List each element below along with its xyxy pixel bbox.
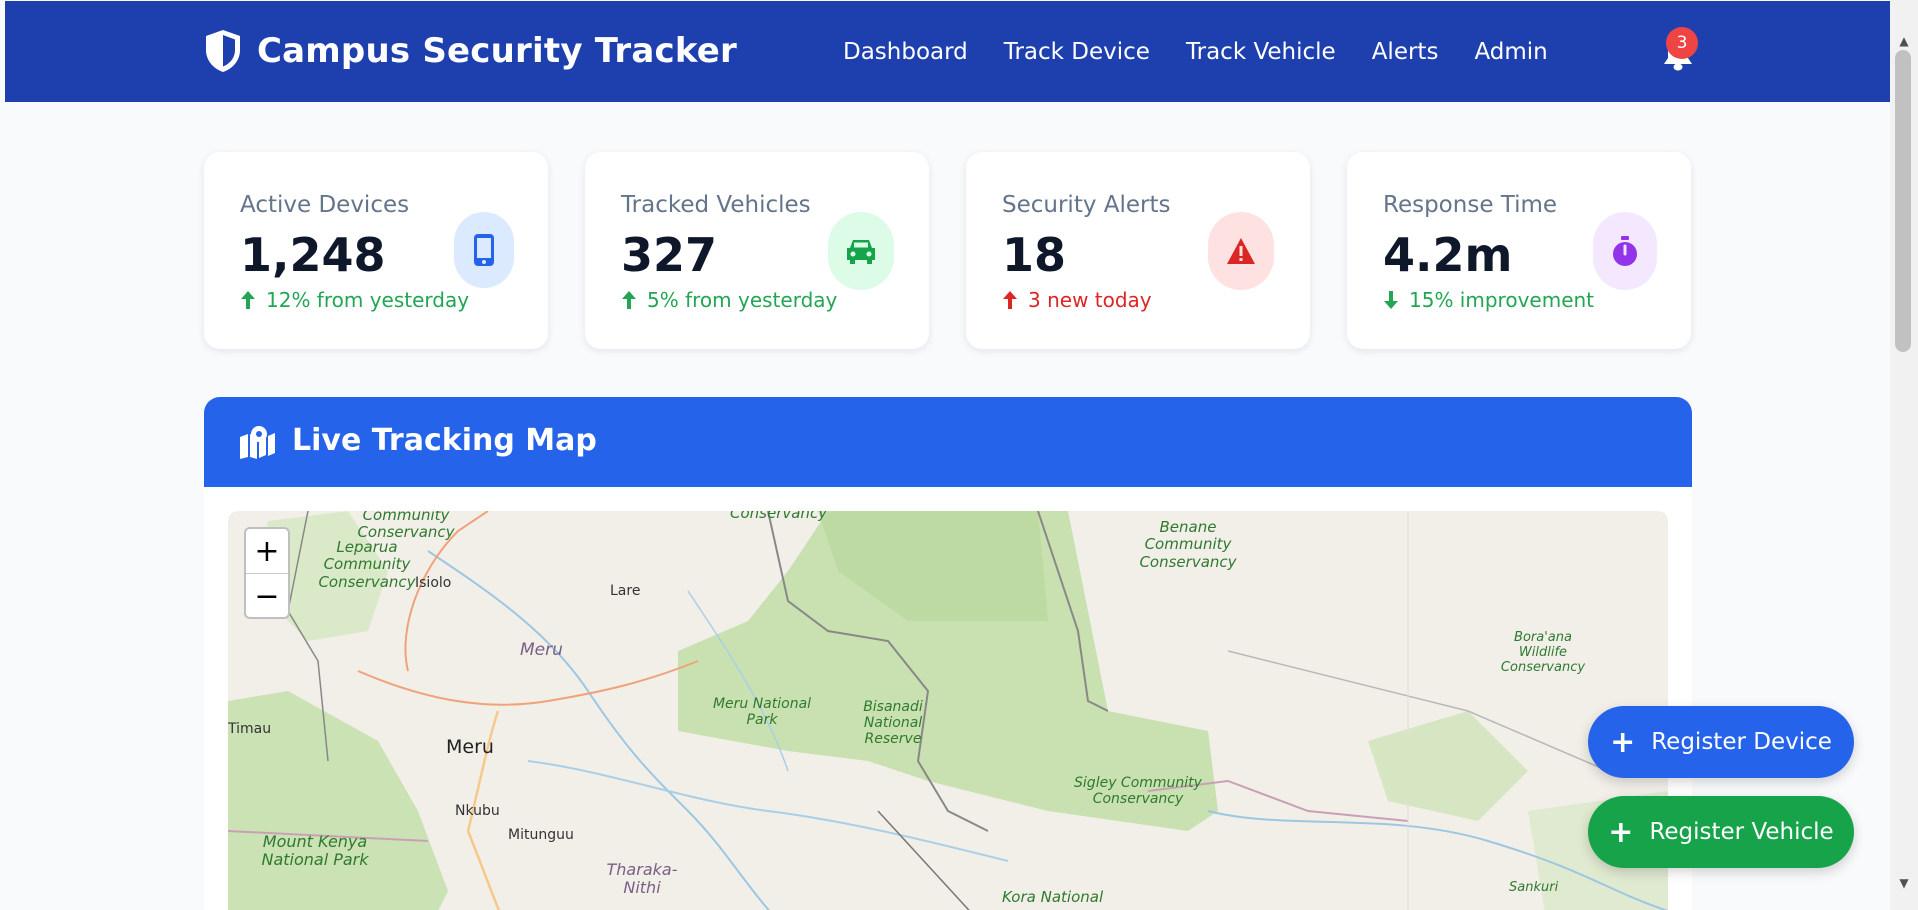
nav-track-device[interactable]: Track Device bbox=[1004, 39, 1150, 65]
stat-label: Security Alerts bbox=[1002, 192, 1171, 218]
map-label: Mitunguu bbox=[508, 827, 574, 843]
map-label: Timau bbox=[228, 721, 272, 737]
zoom-out-button[interactable]: − bbox=[246, 574, 288, 619]
map-label: Conservancy bbox=[730, 511, 828, 522]
stat-trend: 15% improvement bbox=[1383, 288, 1594, 312]
scroll-thumb[interactable] bbox=[1895, 50, 1911, 352]
map-label: Sigley Community Conservancy bbox=[1074, 775, 1202, 808]
brand[interactable]: Campus Security Tracker bbox=[203, 28, 737, 74]
live-tracking-panel: Live Tracking Map + − Community Conserva… bbox=[204, 397, 1692, 910]
stat-card-tracked-vehicles: Tracked Vehicles 327 5% from yesterday bbox=[585, 152, 929, 349]
plus-icon: + bbox=[1610, 724, 1636, 760]
plus-icon: + bbox=[1608, 814, 1634, 850]
nav-alerts[interactable]: Alerts bbox=[1372, 39, 1439, 65]
stat-card-security-alerts: Security Alerts 18 3 new today bbox=[966, 152, 1310, 349]
tracking-map[interactable]: + − Community Conservancy Leparua Commun… bbox=[228, 511, 1668, 910]
nav-admin[interactable]: Admin bbox=[1474, 39, 1547, 65]
stat-label: Response Time bbox=[1383, 192, 1558, 218]
map-label: Nkubu bbox=[455, 803, 500, 819]
map-panel-header: Live Tracking Map bbox=[204, 397, 1692, 487]
map-label: Meru bbox=[520, 640, 563, 660]
map-label: Mount Kenya National Park bbox=[261, 832, 369, 870]
map-location-icon bbox=[240, 426, 275, 459]
shield-icon bbox=[206, 30, 240, 72]
stat-label: Tracked Vehicles bbox=[621, 192, 811, 218]
nav-dashboard[interactable]: Dashboard bbox=[843, 39, 968, 65]
top-navbar: Campus Security Tracker Dashboard Track … bbox=[5, 1, 1890, 102]
stat-value: 1,248 bbox=[240, 228, 386, 282]
map-label: Bisanadi National Reserve bbox=[863, 699, 923, 748]
register-vehicle-button[interactable]: + Register Vehicle bbox=[1588, 796, 1854, 868]
arrow-up-icon bbox=[241, 291, 255, 309]
register-vehicle-label: Register Vehicle bbox=[1649, 819, 1834, 845]
map-label: Isiolo bbox=[415, 575, 452, 591]
stat-label: Active Devices bbox=[240, 192, 410, 218]
map-label: Benane Community Conservancy bbox=[1139, 518, 1237, 571]
map-label: Leparua Community Conservancy bbox=[318, 538, 416, 591]
warning-icon bbox=[1208, 212, 1274, 290]
register-device-label: Register Device bbox=[1651, 729, 1832, 755]
map-label: Community Conservancy bbox=[357, 511, 455, 542]
scroll-up-arrow-icon[interactable]: ▲ bbox=[1897, 34, 1911, 48]
zoom-control: + − bbox=[244, 527, 290, 619]
stat-trend-text: 3 new today bbox=[1028, 288, 1152, 312]
stat-value: 18 bbox=[1002, 228, 1067, 282]
stat-trend: 12% from yesterday bbox=[240, 288, 469, 312]
stat-trend: 5% from yesterday bbox=[621, 288, 837, 312]
stopwatch-icon bbox=[1593, 212, 1657, 290]
map-label: Sankuri bbox=[1509, 880, 1559, 895]
stat-trend-text: 5% from yesterday bbox=[647, 288, 838, 312]
stat-card-active-devices: Active Devices 1,248 12% from yesterday bbox=[204, 152, 548, 349]
map-label: Lare bbox=[610, 583, 641, 599]
arrow-up-icon bbox=[1003, 291, 1017, 309]
zoom-in-button[interactable]: + bbox=[246, 529, 288, 574]
stat-trend-text: 12% from yesterday bbox=[266, 288, 470, 312]
stat-trend-text: 15% improvement bbox=[1409, 288, 1595, 312]
app-title: Campus Security Tracker bbox=[257, 31, 737, 71]
nav-track-vehicle[interactable]: Track Vehicle bbox=[1186, 39, 1336, 65]
arrow-up-icon bbox=[622, 291, 636, 309]
main-nav: Dashboard Track Device Track Vehicle Ale… bbox=[843, 39, 1548, 65]
register-device-button[interactable]: + Register Device bbox=[1588, 706, 1854, 778]
notification-badge: 3 bbox=[1666, 27, 1698, 59]
stat-trend: 3 new today bbox=[1002, 288, 1152, 312]
stat-value: 4.2m bbox=[1383, 228, 1513, 282]
arrow-down-icon bbox=[1384, 291, 1398, 309]
map-label: Tharaka- Nithi bbox=[606, 860, 678, 898]
mobile-icon bbox=[454, 212, 514, 288]
stat-card-response-time: Response Time 4.2m 15% improvement bbox=[1347, 152, 1691, 349]
map-panel-title: Live Tracking Map bbox=[292, 423, 597, 458]
map-label: Bora'ana Wildlife Conservancy bbox=[1500, 630, 1586, 675]
scroll-down-arrow-icon[interactable]: ▼ bbox=[1897, 876, 1911, 890]
map-label: Meru bbox=[446, 736, 494, 758]
map-label: Meru National Park bbox=[712, 696, 812, 729]
stat-value: 327 bbox=[621, 228, 718, 282]
map-label: Kora National bbox=[1002, 888, 1104, 906]
car-icon bbox=[828, 212, 894, 290]
